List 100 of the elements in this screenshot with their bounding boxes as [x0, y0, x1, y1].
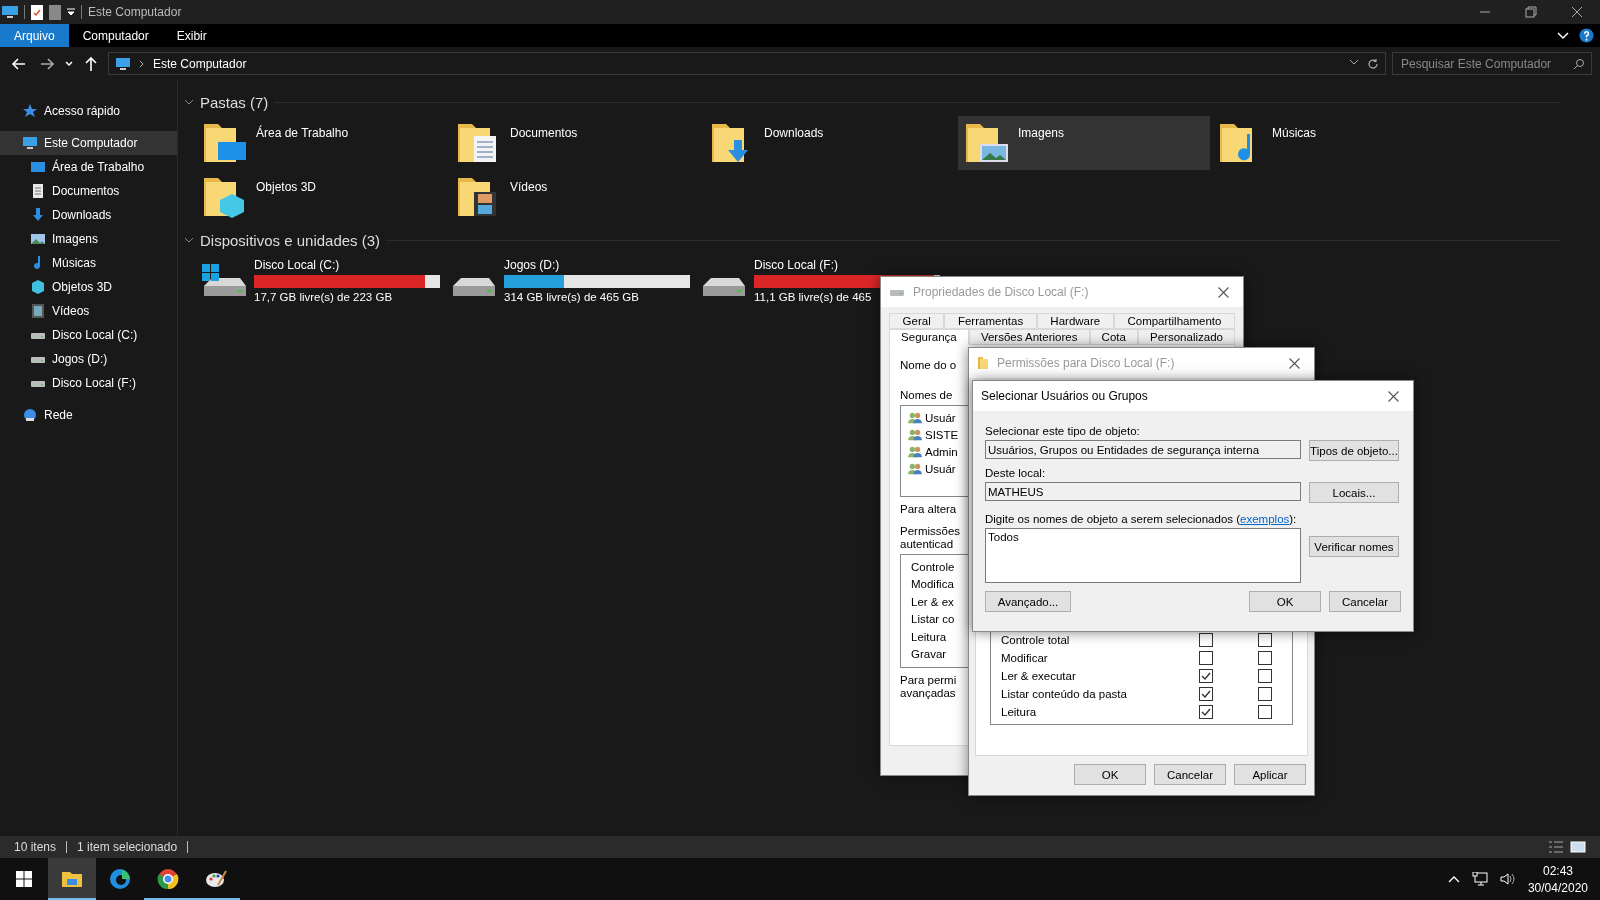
ok-button[interactable]: OK	[1249, 591, 1321, 612]
drive-name[interactable]: Disco Local (F:)	[754, 258, 839, 272]
sidebar-item[interactable]: Área de Trabalho	[0, 155, 177, 179]
details-view-icon[interactable]	[1548, 840, 1564, 854]
sidebar-item[interactable]: Músicas	[0, 251, 177, 275]
change-hint-text: Para altera	[900, 503, 957, 516]
tab[interactable]: Versões Anteriores	[968, 329, 1090, 345]
speaker-icon[interactable]	[1499, 872, 1516, 886]
sidebar-item[interactable]: Jogos (D:)	[0, 347, 177, 371]
tab[interactable]: Hardware	[1036, 313, 1114, 329]
permissions-label: Permissões	[900, 525, 961, 538]
allow-checkbox[interactable]	[1199, 669, 1213, 683]
examples-link[interactable]: exemplos	[1240, 513, 1290, 525]
cube-icon	[30, 279, 46, 295]
help-icon[interactable]	[1579, 28, 1594, 43]
permission-name: Gravar	[910, 647, 947, 663]
folder-item[interactable]: Músicas	[1212, 116, 1464, 170]
picture-icon	[30, 231, 46, 247]
check-names-button[interactable]: Verificar nomes	[1309, 536, 1399, 557]
cancel-button[interactable]: Cancelar	[1329, 591, 1401, 612]
deny-checkbox[interactable]	[1258, 687, 1272, 701]
sidebar-item[interactable]: Acesso rápido	[0, 99, 177, 123]
sidebar-item[interactable]: Disco Local (F:)	[0, 371, 177, 395]
sidebar-item[interactable]: Documentos	[0, 179, 177, 203]
group-item[interactable]: Usuár	[907, 409, 956, 426]
tab[interactable]: Ferramentas	[944, 313, 1037, 329]
sidebar-item[interactable]: Disco Local (C:)	[0, 323, 177, 347]
advanced-hint-text: avançadas	[900, 687, 957, 700]
taskbar-app[interactable]	[48, 858, 96, 900]
tab[interactable]: Compartilhamento	[1113, 313, 1235, 329]
monitor-icon	[2, 5, 18, 19]
permission-name: Ler & executar	[1001, 670, 1077, 682]
sidebar-item[interactable]: Objetos 3D	[0, 275, 177, 299]
tab[interactable]: Cota	[1089, 329, 1138, 345]
dialog-button[interactable]: Cancelar	[1154, 764, 1226, 785]
dialog-button[interactable]: OK	[1074, 764, 1146, 785]
address-bar[interactable]: Este Computador	[108, 52, 1386, 75]
ribbon-tab[interactable]: Exibir	[162, 24, 221, 47]
group-item[interactable]: Admin	[907, 443, 958, 460]
permission-name: Modifica	[910, 577, 954, 593]
allow-checkbox[interactable]	[1199, 687, 1213, 701]
folder-item[interactable]: Imagens	[958, 116, 1210, 170]
object-types-button[interactable]: Tipos de objeto...	[1309, 440, 1399, 461]
folder-item[interactable]: Objetos 3D	[196, 170, 448, 224]
folder-item[interactable]: Documentos	[450, 116, 702, 170]
tab[interactable]: Geral	[889, 313, 945, 329]
ribbon-tab[interactable]: Arquivo	[0, 24, 69, 47]
deny-checkbox[interactable]	[1258, 669, 1272, 683]
dropdown-icon[interactable]	[67, 8, 75, 16]
sidebar-item[interactable]: Rede	[0, 403, 177, 427]
folder-item[interactable]: Área de Trabalho	[196, 116, 448, 170]
document-icon	[30, 183, 46, 199]
group-item[interactable]: Usuár	[907, 460, 956, 477]
section-title: Pastas (7)	[200, 93, 269, 111]
deny-checkbox[interactable]	[1258, 705, 1272, 719]
checklist-icon[interactable]	[31, 4, 43, 20]
dialog-title: Propriedades de Disco Local (F:)	[913, 285, 1089, 299]
allow-checkbox[interactable]	[1199, 633, 1213, 647]
drive-name[interactable]: Disco Local (C:)	[254, 258, 340, 272]
sidebar-item[interactable]: Este Computador	[0, 131, 177, 155]
section-title: Dispositivos e unidades (3)	[200, 231, 381, 249]
window-title: Este Computador	[88, 5, 182, 19]
permissions-label: autenticad	[900, 538, 955, 551]
refresh-icon[interactable]	[1367, 57, 1379, 70]
chevron-down-icon[interactable]	[1349, 57, 1359, 66]
sidebar-item[interactable]: Downloads	[0, 203, 177, 227]
location-field[interactable]: MATHEUS	[985, 482, 1301, 501]
windows-logo-icon[interactable]	[16, 871, 32, 887]
deny-checkbox[interactable]	[1258, 651, 1272, 665]
tiles-view-icon[interactable]	[1570, 840, 1586, 854]
object-names-field[interactable]: Todos	[985, 528, 1301, 583]
deny-checkbox[interactable]	[1258, 633, 1272, 647]
permission-name: Leitura	[1001, 706, 1038, 718]
tab[interactable]: Segurança	[889, 329, 969, 345]
sidebar-item[interactable]: Vídeos	[0, 299, 177, 323]
allow-checkbox[interactable]	[1199, 705, 1213, 719]
network-icon[interactable]	[1471, 872, 1488, 886]
advanced-hint-text: Para permi	[900, 674, 957, 687]
clock[interactable]: 02:43 30/04/2020	[1527, 863, 1588, 895]
folder-item[interactable]: Downloads	[704, 116, 956, 170]
dialog-button[interactable]: Aplicar	[1234, 764, 1306, 785]
group-item[interactable]: SISTE	[907, 426, 959, 443]
free-space-text: 314 GB livre(s) de 465 GB	[504, 291, 639, 303]
search-field[interactable]: Pesquisar Este Computador	[1392, 52, 1592, 75]
close-icon[interactable]	[1387, 390, 1399, 402]
folder-item[interactable]: Vídeos	[450, 170, 702, 224]
allow-checkbox[interactable]	[1199, 651, 1213, 665]
drive-name[interactable]: Jogos (D:)	[504, 258, 560, 272]
advanced-button[interactable]: Avançado...	[985, 591, 1071, 612]
chevron-up-icon[interactable]	[1447, 875, 1460, 883]
chevron-down-icon[interactable]	[64, 59, 74, 68]
users-icon	[907, 410, 923, 425]
sidebar-item[interactable]: Imagens	[0, 227, 177, 251]
permission-name: Ler & ex	[910, 594, 954, 610]
object-type-field[interactable]: Usuários, Grupos ou Entidades de segurança interna	[985, 440, 1301, 459]
chevron-down-icon[interactable]	[1557, 31, 1569, 40]
locations-button[interactable]: Locais...	[1309, 482, 1399, 503]
tab[interactable]: Personalizado	[1137, 329, 1236, 345]
document-icon[interactable]	[49, 4, 61, 20]
ribbon-tab[interactable]: Computador	[68, 24, 163, 47]
